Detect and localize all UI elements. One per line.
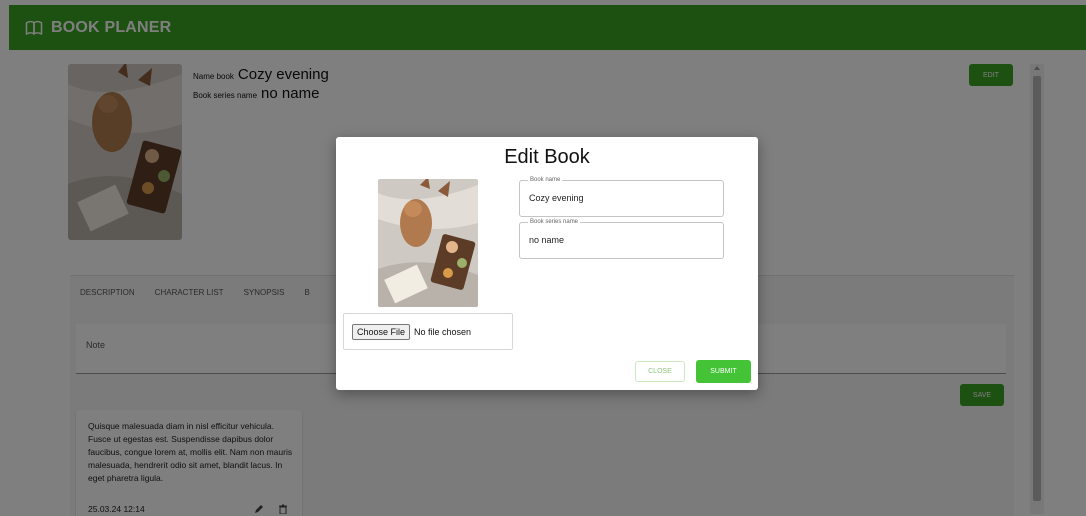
book-name-input[interactable] (529, 193, 714, 203)
choose-file-button[interactable]: Choose File (352, 323, 411, 340)
close-button[interactable]: CLOSE (635, 361, 685, 382)
edit-book-dialog: Edit Book Book name Book series name Cho… (336, 137, 758, 390)
dialog-cover-image (378, 179, 478, 307)
file-status: No file chosen (414, 326, 472, 337)
submit-button[interactable]: SUBMIT (696, 360, 751, 383)
book-name-field-label: Book name (528, 176, 563, 184)
book-series-field-label: Book series name (528, 218, 581, 226)
book-name-field: Book name (519, 176, 724, 217)
book-series-input[interactable] (529, 235, 714, 245)
book-series-field: Book series name (519, 218, 724, 259)
dialog-title: Edit Book (504, 146, 590, 168)
file-picker: Choose File No file chosen (343, 313, 513, 350)
